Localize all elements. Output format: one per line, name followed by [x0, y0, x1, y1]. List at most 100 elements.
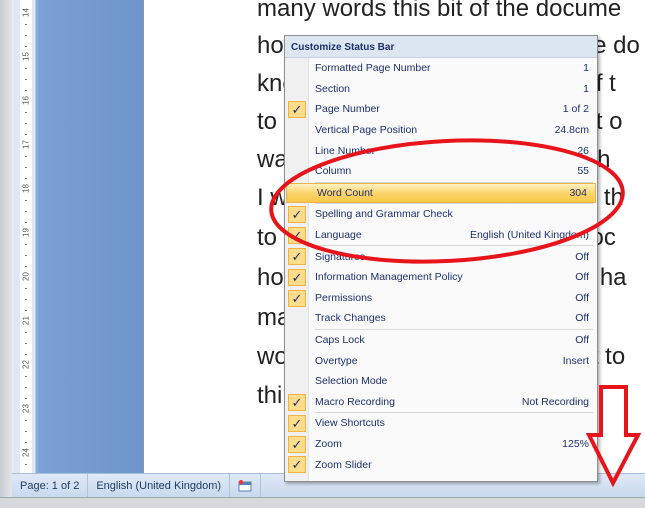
macro-record-icon[interactable]: [230, 474, 262, 497]
ruler-tick: [25, 156, 27, 157]
menu-item-label: Formatted Page Number: [315, 62, 431, 75]
menu-item-label: Line Number: [315, 144, 376, 157]
menu-item-label: Language: [315, 229, 362, 242]
menu-item-formatted-page-number[interactable]: Formatted Page Number 1: [285, 58, 597, 79]
menu-item-value: 26: [577, 144, 589, 157]
menu-item-value: 1: [583, 62, 589, 75]
ruler-tick: [25, 123, 27, 124]
menu-title: Customize Status Bar: [285, 36, 597, 58]
menu-item-overtype[interactable]: Overtype Insert: [285, 350, 597, 371]
window-edge: [0, 0, 12, 497]
checkmark-icon: ✓: [288, 415, 306, 433]
ruler-tick: [25, 90, 27, 91]
ruler-number: 20: [21, 272, 31, 281]
ruler-tick: [25, 310, 27, 311]
menu-item-label: Macro Recording: [315, 395, 395, 408]
ruler-tick: [25, 244, 27, 245]
menu-item-value: 55: [577, 165, 589, 178]
ruler-tick: [25, 79, 27, 80]
menu-item-line-number[interactable]: Line Number 26: [285, 140, 597, 161]
status-page-number[interactable]: Page: 1 of 2: [12, 474, 89, 497]
menu-item-information-management-policy[interactable]: ✓ Information Management Policy Off: [285, 267, 597, 288]
ruler-number: 18: [21, 184, 31, 193]
ruler-number: 23: [21, 404, 31, 413]
ruler-number: 14: [21, 8, 31, 17]
ruler-tick: [25, 420, 27, 421]
menu-item-language[interactable]: ✓ Language English (United Kingdom): [285, 225, 597, 246]
ruler-tick: [25, 134, 27, 135]
menu-item-caps-lock[interactable]: Caps Lock Off: [285, 330, 597, 351]
menu-item-vertical-page-position[interactable]: Vertical Page Position 24.8cm: [285, 120, 597, 141]
ruler-tick: [25, 167, 27, 168]
ruler-tick: [25, 354, 27, 355]
ruler-number: 21: [21, 316, 31, 325]
ruler-tick: [25, 178, 27, 179]
menu-item-column[interactable]: Column 55: [285, 161, 597, 182]
menu-item-spelling-and-grammar-check[interactable]: ✓ Spelling and Grammar Check: [285, 204, 597, 225]
menu-item-label: Vertical Page Position: [315, 124, 418, 137]
menu-item-section[interactable]: Section 1: [285, 79, 597, 100]
ruler-tick: [25, 398, 27, 399]
menu-item-word-count[interactable]: Word Count 304: [286, 182, 596, 204]
menu-item-view-shortcuts[interactable]: ✓ View Shortcuts: [285, 413, 597, 434]
customize-status-bar-menu[interactable]: Customize Status Bar Formatted Page Numb…: [284, 35, 598, 482]
menu-item-label: Zoom Slider: [315, 458, 372, 471]
menu-item-value: Off: [575, 312, 589, 325]
menu-item-track-changes[interactable]: Track Changes Off: [285, 308, 597, 329]
menu-item-label: Selection Mode: [315, 375, 388, 388]
ruler-tick: [25, 46, 27, 47]
ruler-tick: [25, 376, 27, 377]
menu-item-permissions[interactable]: ✓ Permissions Off: [285, 288, 597, 309]
ruler-tick: [25, 222, 27, 223]
menu-item-label: Overtype: [315, 354, 358, 367]
menu-item-label: Zoom: [315, 437, 342, 450]
menu-item-label: Information Management Policy: [315, 271, 463, 284]
menu-item-zoom[interactable]: ✓ Zoom 125%: [285, 434, 597, 455]
menu-item-value: 1: [583, 82, 589, 95]
menu-item-page-number[interactable]: ✓ Page Number 1 of 2: [285, 99, 597, 120]
menu-item-macro-recording[interactable]: ✓ Macro Recording Not Recording: [285, 392, 597, 413]
menu-item-label: Caps Lock: [315, 334, 365, 347]
checkmark-icon: ✓: [288, 393, 306, 411]
ruler-number: 19: [21, 228, 31, 237]
vertical-ruler[interactable]: 14 15 16 17 18 19 20 21 22 23 24: [14, 0, 36, 487]
checkmark-icon: ✓: [288, 289, 306, 307]
menu-item-label: Page Number: [315, 103, 380, 116]
checkmark-icon: ✓: [288, 101, 306, 119]
ruler-tick: [25, 299, 27, 300]
menu-item-value: Insert: [562, 354, 589, 367]
ruler-tick: [25, 442, 27, 443]
menu-item-signatures[interactable]: ✓ Signatures Off: [285, 246, 597, 267]
status-language[interactable]: English (United Kingdom): [88, 474, 231, 497]
ruler-tick: [25, 112, 27, 113]
ruler-number: 15: [21, 52, 31, 61]
ruler-tick: [25, 431, 27, 432]
menu-item-value: Off: [575, 291, 589, 304]
menu-item-selection-mode[interactable]: Selection Mode: [285, 371, 597, 392]
checkmark-icon: ✓: [288, 268, 306, 286]
menu-item-label: Signatures: [315, 250, 366, 263]
ruler-number: 16: [21, 96, 31, 105]
ruler-tick: [25, 68, 27, 69]
taskbar-edge: [0, 497, 645, 508]
menu-item-value: 24.8cm: [554, 124, 589, 137]
menu-item-label: Track Changes: [315, 312, 386, 325]
checkmark-icon: ✓: [288, 456, 306, 474]
checkmark-icon: ✓: [288, 226, 306, 244]
menu-item-label: Permissions: [315, 291, 373, 304]
ruler-tick: [25, 35, 27, 36]
ruler-tick: [25, 255, 27, 256]
ruler-tick: [25, 343, 27, 344]
ruler-tick: [25, 464, 27, 465]
document-text-line[interactable]: many words this bit of the docume: [257, 0, 621, 23]
checkmark-icon: ✓: [288, 435, 306, 453]
menu-item-value: Off: [575, 271, 589, 284]
document-background: [36, 0, 143, 473]
menu-item-value: Not Recording: [521, 395, 589, 408]
checkmark-icon: ✓: [288, 248, 306, 266]
menu-item-value: Off: [575, 250, 589, 263]
menu-item-label: View Shortcuts: [315, 417, 385, 430]
menu-item-label: Spelling and Grammar Check: [315, 208, 453, 221]
menu-item-label: Column: [315, 165, 352, 178]
menu-item-zoom-slider[interactable]: ✓ Zoom Slider: [285, 454, 597, 475]
